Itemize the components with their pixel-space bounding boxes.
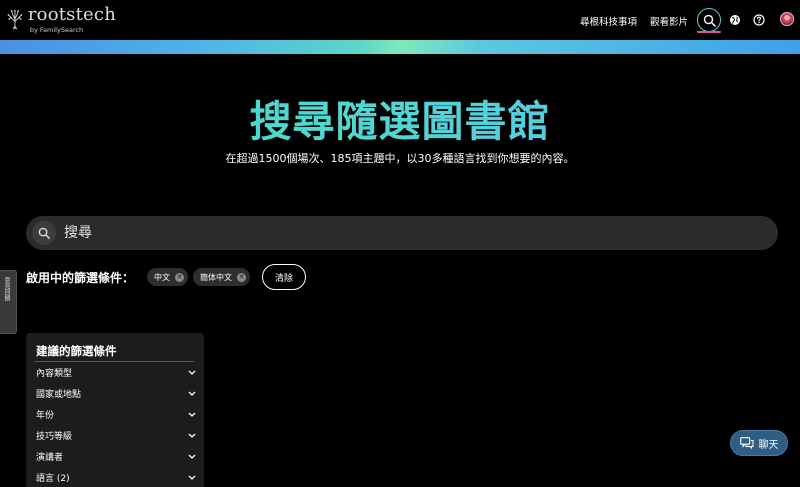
filter-accordion-skill-level[interactable]: 技巧等級 <box>36 425 196 445</box>
globe-icon[interactable] <box>729 14 741 26</box>
nav-link-rootstech-events[interactable]: 尋根科技事項 <box>580 14 637 28</box>
rootstech-logo[interactable]: rootstech by FamilySearch <box>6 6 116 36</box>
avatar[interactable] <box>780 12 794 26</box>
remove-filter-icon[interactable]: ✕ <box>237 272 246 282</box>
filter-accordion-label: 國家或地點 <box>36 389 82 400</box>
chevron-down-icon <box>188 391 196 396</box>
filter-accordion-label: 演講者 <box>36 452 64 463</box>
filter-accordion-content-type[interactable]: 內容類型 <box>36 362 196 382</box>
logo-wordmark: rootstech <box>27 4 116 25</box>
chevron-down-icon <box>188 433 196 438</box>
filter-accordion-country[interactable]: 國家或地點 <box>36 383 196 403</box>
page-subtitle: 在超過1500個場次、185項主題中，以30多種語言找到你想要的內容。 <box>225 152 575 165</box>
filter-accordion-label: 內容類型 <box>36 368 73 379</box>
help-icon[interactable] <box>753 14 765 26</box>
logo-text: rootstech by FamilySearch <box>27 4 116 35</box>
gradient-banner <box>0 40 800 54</box>
filter-accordion-speaker[interactable]: 演講者 <box>36 446 196 466</box>
filter-chip-simplified-chinese[interactable]: 簡体中文 ✕ <box>193 268 250 286</box>
suggested-filters-title: 建議的篩選條件 <box>36 344 117 358</box>
chat-icon <box>739 437 753 449</box>
chat-button[interactable]: 聊天 <box>730 430 788 456</box>
header-search-button[interactable] <box>697 8 721 32</box>
chevron-down-icon <box>188 454 196 459</box>
filter-accordion-language[interactable]: 語言 (2) <box>36 467 196 487</box>
filter-accordion-label: 語言 (2) <box>36 473 70 484</box>
search-icon <box>703 14 716 27</box>
suggested-filters-panel: 建議的篩選條件 內容類型 國家或地點 年份 技巧等級 演講者 語言 (2) <box>26 333 204 487</box>
filter-chip-label: 簡体中文 <box>200 272 232 282</box>
tree-logo-icon <box>7 10 23 30</box>
filter-chip-label: 中文 <box>154 272 170 282</box>
logo-byline: by FamilySearch <box>29 26 84 34</box>
search-submit-button[interactable] <box>32 221 56 245</box>
feedback-tab-label: 意見回饋 <box>3 277 10 301</box>
filter-accordion-label: 技巧等級 <box>36 431 73 442</box>
filter-accordion-label: 年份 <box>36 410 55 421</box>
chevron-down-icon <box>188 412 196 417</box>
nav-link-watch-videos[interactable]: 觀看影片 <box>650 14 688 28</box>
remove-filter-icon[interactable]: ✕ <box>175 272 184 282</box>
search-icon <box>38 227 50 239</box>
feedback-side-tab[interactable]: 意見回饋 <box>0 270 17 334</box>
search-bar[interactable] <box>26 216 778 250</box>
filter-chip-chinese[interactable]: 中文 ✕ <box>147 268 188 286</box>
top-bar: rootstech by FamilySearch 尋根科技事項 觀看影片 <box>0 0 800 40</box>
chevron-down-icon <box>188 475 196 480</box>
chevron-down-icon <box>188 370 196 375</box>
chat-label: 聊天 <box>758 439 779 451</box>
search-input[interactable] <box>64 216 764 250</box>
active-filters-label: 啟用中的篩選條件： <box>26 271 135 285</box>
page-title: 搜尋隨選圖書館 <box>0 88 800 149</box>
clear-filters-button[interactable]: 清除 <box>262 264 306 290</box>
active-nav-indicator <box>697 31 721 33</box>
filter-accordion-year[interactable]: 年份 <box>36 404 196 424</box>
